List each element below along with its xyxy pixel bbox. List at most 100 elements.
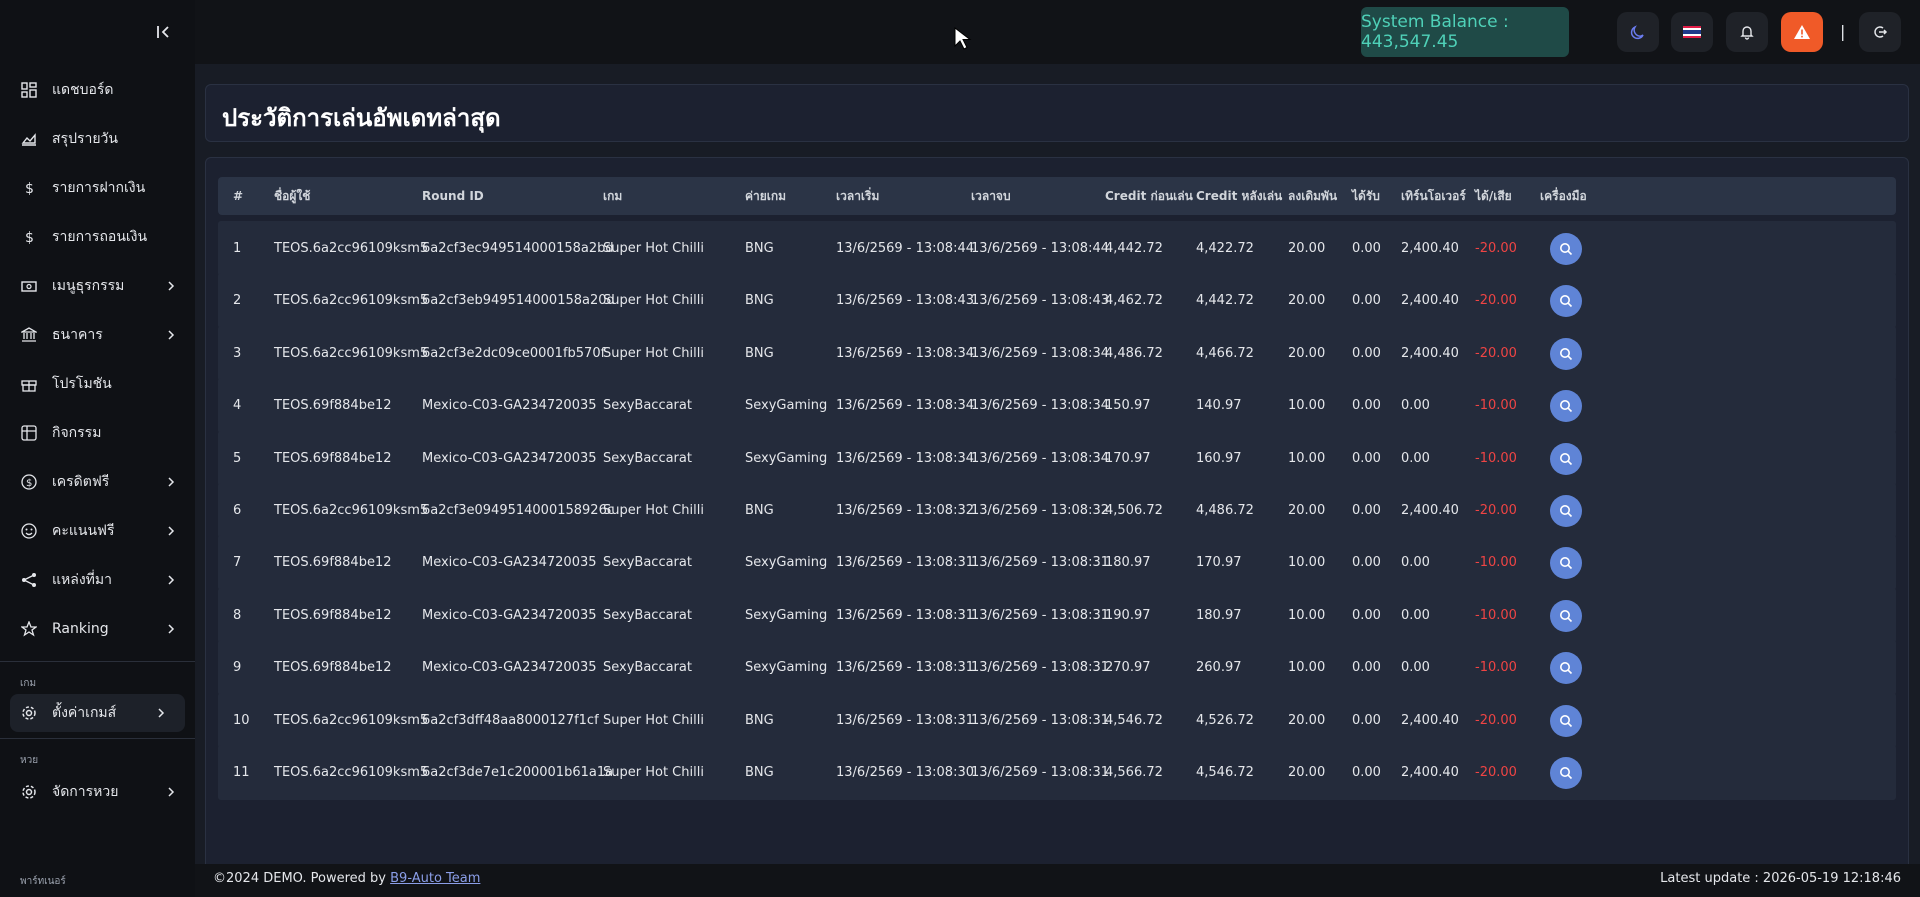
table-cell: 4,546.72	[1105, 712, 1163, 728]
topbar-separator: |	[1840, 22, 1846, 41]
table-cell: SexyBaccarat	[603, 450, 692, 466]
alert-button[interactable]	[1781, 12, 1823, 52]
column-header[interactable]: เวลาเริ่ม	[836, 177, 879, 215]
logout-button[interactable]	[1859, 12, 1901, 52]
search-icon	[1560, 295, 1573, 308]
column-header[interactable]: เวลาจบ	[971, 177, 1011, 215]
sidebar-item-10[interactable]: คะแนนฟรี	[0, 506, 195, 555]
table-cell: Mexico-C03-GA234720035	[422, 450, 597, 466]
column-header[interactable]: เกม	[603, 177, 622, 215]
table-row: 7 TEOS.69f884be12 Mexico-C03-GA234720035 Se…	[218, 535, 1896, 591]
sidebar-item-5[interactable]: เมนูธุรกรรม	[0, 261, 195, 310]
view-detail-button[interactable]	[1550, 390, 1582, 423]
sidebar-item-1[interactable]: แดชบอร์ด	[0, 65, 195, 114]
column-header[interactable]: ค่ายเกม	[745, 177, 786, 215]
column-header[interactable]: #	[233, 177, 243, 215]
view-detail-button[interactable]	[1550, 547, 1582, 580]
table-cell: 0.00	[1352, 293, 1381, 309]
table-cell: 6a2cf3de7e1c200001b61a1a	[422, 765, 614, 780]
sidebar-item-label: แดชบอร์ด	[52, 81, 114, 98]
table-cell: 10.00	[1288, 555, 1326, 571]
table-cell: 13/6/2569 - 13:08:31	[836, 660, 974, 676]
notifications-button[interactable]	[1726, 12, 1768, 52]
sidebar-item-lotto[interactable]: จัดการหวย	[0, 767, 195, 816]
table-cell: 13/6/2569 - 13:08:32	[971, 503, 1109, 518]
column-header[interactable]: เครื่องมือ	[1540, 177, 1587, 215]
sidebar-item-7[interactable]: โปรโมชัน	[0, 359, 195, 408]
table-cell: 140.97	[1196, 398, 1242, 414]
table-cell: 1	[233, 241, 242, 256]
sidebar-item-label: รายการถอนเงิน	[52, 228, 148, 245]
table-cell: 13/6/2569 - 13:08:31	[836, 712, 974, 728]
table-cell: 13/6/2569 - 13:08:31	[971, 555, 1109, 571]
sidebar-item-11[interactable]: แหล่งที่มา	[0, 555, 195, 604]
share-icon	[20, 571, 38, 589]
table-row: 5 TEOS.69f884be12 Mexico-C03-GA234720035 Se…	[218, 430, 1896, 486]
table-cell: 4,486.72	[1105, 345, 1163, 361]
sidebar-item-3[interactable]: $ รายการฝากเงิน	[0, 163, 195, 212]
view-detail-button[interactable]	[1550, 337, 1582, 370]
footer-link[interactable]: B9-Auto Team	[390, 871, 480, 886]
table-cell: SexyBaccarat	[603, 398, 692, 414]
table-cell: 0.00	[1401, 450, 1430, 466]
sidebar-item-9[interactable]: $ เครดิตฟรี	[0, 457, 195, 506]
table-cell: TEOS.6a2cc96109ksm5	[274, 712, 429, 728]
table-cell: 4,422.72	[1196, 241, 1254, 256]
table-cell: 5	[233, 450, 242, 466]
table-cell: TEOS.6a2cc96109ksm5	[274, 503, 429, 518]
table-cell: 7	[233, 555, 242, 571]
column-header[interactable]: เทิร์นโอเวอร์	[1401, 177, 1466, 215]
column-header[interactable]: Credit หลังเล่น	[1196, 177, 1282, 215]
table-cell: 13/6/2569 - 13:08:43	[836, 293, 974, 309]
table-row: 3 TEOS.6a2cc96109ksm5 6a2cf3e2dc09ce0001fb…	[218, 325, 1896, 381]
table-cell: 13/6/2569 - 13:08:31	[971, 607, 1109, 623]
dark-mode-button[interactable]	[1617, 12, 1659, 52]
sidebar-item-4[interactable]: $ รายการถอนเงิน	[0, 212, 195, 261]
view-detail-button[interactable]	[1550, 599, 1582, 632]
sidebar-item-12[interactable]: Ranking	[0, 604, 195, 653]
table-cell: TEOS.6a2cc96109ksm5	[274, 241, 429, 256]
view-detail-button[interactable]	[1550, 285, 1582, 318]
table-cell: 2,400.40	[1401, 503, 1459, 518]
table-cell: BNG	[745, 241, 774, 256]
sidebar-item-label: โปรโมชัน	[52, 375, 112, 392]
table-cell: 20.00	[1288, 765, 1326, 780]
column-header[interactable]: ได้/เสีย	[1475, 177, 1512, 215]
table-cell: 0.00	[1352, 345, 1381, 361]
table-cell: Super Hot Chilli	[603, 241, 704, 256]
search-icon	[1560, 767, 1573, 780]
sidebar-item-6[interactable]: ธนาคาร	[0, 310, 195, 359]
column-header[interactable]: ลงเดิมพัน	[1288, 177, 1337, 215]
page-title: ประวัติการเล่นอัพเดทล่าสุด	[222, 104, 501, 132]
collapse-sidebar-icon[interactable]	[151, 20, 175, 44]
view-detail-button[interactable]	[1550, 652, 1582, 685]
table-cell: 13/6/2569 - 13:08:31	[836, 555, 974, 571]
column-header[interactable]: Round ID	[422, 177, 484, 215]
table-cell: -10.00	[1475, 450, 1517, 466]
table-cell: 270.97	[1105, 660, 1151, 676]
chevron-right-icon	[168, 329, 175, 340]
view-detail-button[interactable]	[1550, 233, 1582, 265]
table-cell: BNG	[745, 765, 774, 780]
sidebar-item-8[interactable]: กิจกรรม	[0, 408, 195, 457]
view-detail-button[interactable]	[1550, 757, 1582, 789]
table-cell: 160.97	[1196, 450, 1242, 466]
table-cell: BNG	[745, 503, 774, 518]
view-detail-button[interactable]	[1550, 442, 1582, 475]
column-header[interactable]: Credit ก่อนเล่น	[1105, 177, 1193, 215]
view-detail-button[interactable]	[1550, 495, 1582, 527]
sidebar-item-game-settings[interactable]: ตั้งค่าเกมส์	[10, 694, 185, 732]
section-game-label: เกม	[20, 678, 37, 689]
column-header[interactable]: ได้รับ	[1352, 177, 1380, 215]
table-row: 10 TEOS.6a2cc96109ksm5 6a2cf3dff48aa800012…	[218, 692, 1896, 748]
page-title-card: ประวัติการเล่นอัพเดทล่าสุด	[205, 84, 1909, 142]
table-cell: 170.97	[1196, 555, 1242, 571]
dollar-icon: $	[20, 179, 38, 197]
sidebar-item-2[interactable]: สรุปรายวัน	[0, 114, 195, 163]
language-button[interactable]	[1671, 12, 1713, 52]
table-cell: 13/6/2569 - 13:08:31	[836, 607, 974, 623]
view-detail-button[interactable]	[1550, 704, 1582, 737]
table-cell: 4,462.72	[1105, 293, 1163, 309]
column-header[interactable]: ชื่อผู้ใช้	[274, 177, 310, 215]
table-header: # ชื่อผู้ใช้ Round ID เกม ค่ายเกม เวลาเริ่ม เว…	[218, 177, 1896, 215]
